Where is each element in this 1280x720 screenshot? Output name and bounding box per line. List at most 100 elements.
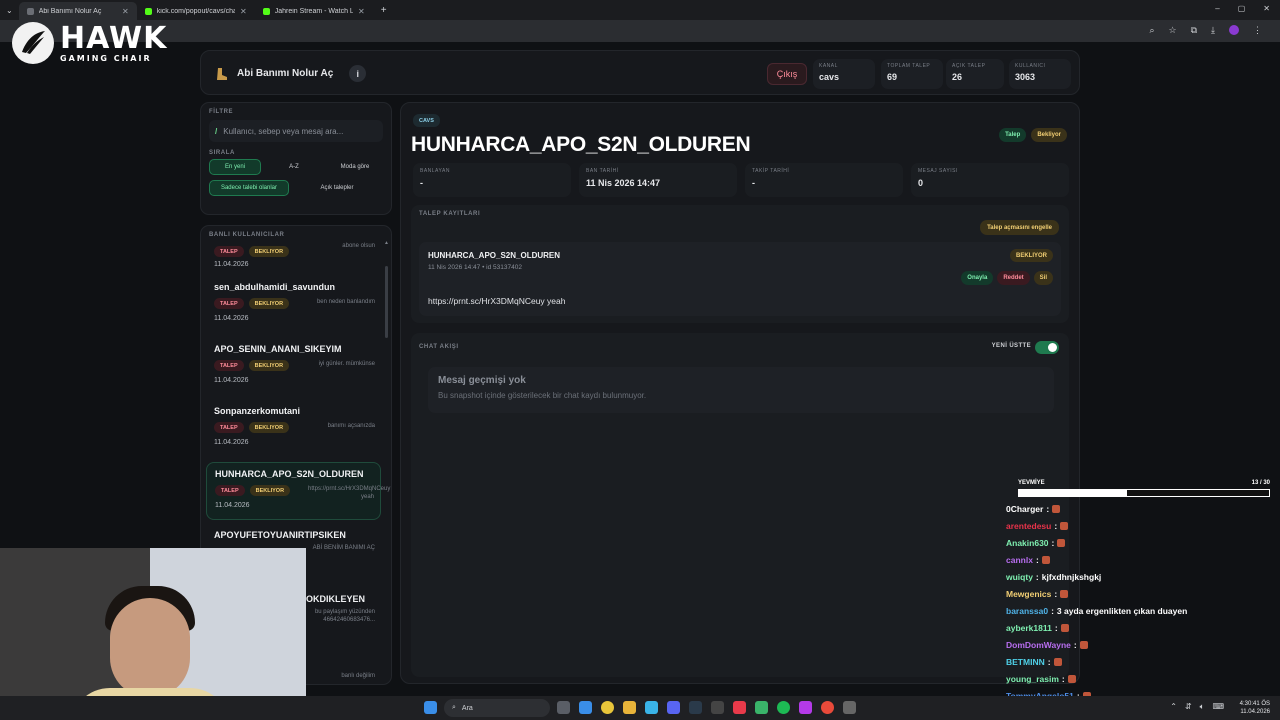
stat-value: 26 [952, 72, 963, 82]
overlay-chat-separator: : [1047, 656, 1051, 667]
app-icon[interactable] [711, 701, 724, 714]
kick-favicon [144, 7, 152, 15]
sort-az-button[interactable]: A-Z [265, 159, 323, 175]
list-item-selected[interactable]: HUNHARCA_APO_S2N_OLDUREN TALEP BEKLIYOR 1… [206, 462, 390, 520]
emote-icon [1060, 521, 1069, 530]
task-view-icon[interactable] [557, 701, 570, 714]
overlay-chat-user: cannlx [1006, 554, 1033, 565]
item-date: 11.04.2026 [214, 439, 249, 446]
item-reason: ABİ BENİM BANIMI AÇ [312, 545, 375, 551]
download-icon[interactable]: ⤓ [1211, 25, 1215, 36]
close-icon[interactable]: ✕ [358, 7, 365, 16]
sort-mode-button[interactable]: Moda göre [327, 159, 383, 175]
menu-icon[interactable]: ⋮ [1253, 25, 1262, 36]
stat-value: 69 [887, 72, 898, 82]
taskbar-search[interactable]: ⌕ Ara [444, 699, 550, 717]
network-icon[interactable]: ⇵ [1185, 702, 1192, 712]
overlay-chat-line: 0Charger: [1006, 500, 1276, 517]
overlay-chat-line: arentedesu: [1006, 517, 1276, 534]
star-icon[interactable]: ☆ [1169, 25, 1177, 36]
request-records: TALEP KAYITLARI Talep açmasını engelle H… [411, 205, 1069, 323]
taskbar-clock[interactable]: 4:30:41 ÖS 11.04.2026 [1240, 700, 1270, 716]
stat-channel: KANAL cavs [813, 59, 875, 89]
list-item[interactable]: Sonpanzerkomutani TALEP BEKLIYOR 11.04.20… [206, 400, 381, 458]
app-icon[interactable] [579, 701, 592, 714]
overlay-chat-line: wuiqty: kjfxdhnjkshgkj [1006, 568, 1276, 585]
app-icon[interactable] [755, 701, 768, 714]
app-icon[interactable] [843, 701, 856, 714]
delete-button[interactable]: Sil [1033, 271, 1053, 285]
sort-label: SIRALA [209, 150, 235, 156]
zoom-icon[interactable]: ⌕ [1149, 25, 1154, 36]
empty-subtitle: Bu snapshot içinde gösterilecek bir chat… [438, 391, 647, 400]
clock-time: 4:30:41 ÖS [1239, 701, 1270, 707]
browser-tab-active[interactable]: Abi Banımı Nolur Aç ✕ [18, 2, 137, 20]
address-bar[interactable]: ⌕ ☆ ⧉ ⤓ ⋮ [0, 20, 1280, 42]
open-requests-toggle[interactable]: Açık talepler [293, 180, 381, 196]
profile-avatar[interactable] [1229, 25, 1239, 35]
overlay-chat-user: Mewgenics [1006, 588, 1052, 599]
reject-button[interactable]: Reddet [997, 271, 1030, 285]
close-icon[interactable]: ✕ [122, 7, 129, 16]
talep-chip: TALEP [214, 298, 244, 309]
system-tray: ⌃ ⇵ 🔈︎ ⌨ [1170, 702, 1224, 712]
approve-button[interactable]: Onayla [961, 271, 994, 285]
chat-stream: CHAT AKIŞI YENİ ÜSTTE Mesaj geçmişi yok … [411, 333, 1069, 677]
browser-tab-jahrein[interactable]: Jahrein Stream - Watch Live on ✕ [255, 2, 373, 20]
folder-icon[interactable] [623, 701, 636, 714]
search-input[interactable]: / Kullanıcı, sebep veya mesaj ara... [209, 120, 383, 142]
overlay-chat-user: young_rasim [1006, 673, 1059, 684]
stream-chat-overlay: 0Charger: arentedesu: Anakin630: cannlx: wui… [1006, 500, 1276, 704]
extensions-icon[interactable]: ⧉ [1191, 25, 1197, 36]
talep-chip: TALEP [215, 485, 245, 496]
meta-message-count: MESAJ SAYISI 0 [911, 163, 1069, 197]
app-icon[interactable] [799, 701, 812, 714]
overlay-chat-line: ayberk1811: [1006, 619, 1276, 636]
status-chip: BEKLIYOR [248, 298, 290, 309]
volume-icon[interactable]: 🔈︎ [1200, 702, 1205, 712]
overlay-chat-separator: : [1035, 571, 1039, 582]
spotify-icon[interactable] [777, 701, 790, 714]
item-reason: ben neden banlandım [316, 299, 375, 305]
keyboard-icon[interactable]: ⌨ [1212, 702, 1224, 712]
scrollbar[interactable] [385, 266, 388, 338]
scroll-up-icon[interactable]: ▲ [384, 240, 389, 246]
browser-tab-kick-chat[interactable]: kick.com/popout/cavs/chat ✕ [137, 2, 255, 20]
new-tab-button[interactable]: + [381, 5, 387, 16]
logo-title: HAWK [60, 20, 168, 56]
overlay-chat-separator: : [1054, 622, 1058, 633]
app-icon[interactable] [733, 701, 746, 714]
overlay-chat-separator: : [1073, 639, 1077, 650]
chevron-up-icon[interactable]: ⌃ [1170, 702, 1177, 712]
emote-icon [1067, 674, 1076, 683]
meta-ban-date: BAN TARİHİ 11 Nis 2026 14:47 [579, 163, 737, 197]
steam-icon[interactable] [689, 701, 702, 714]
overlay-chat-separator: : [1051, 537, 1055, 548]
app-icon[interactable] [821, 701, 834, 714]
item-username: APO_SENIN_ANANI_SIKEYIM [214, 344, 342, 354]
filter-panel: FİLTRE / Kullanıcı, sebep veya mesaj ara… [200, 102, 392, 215]
chrome-icon[interactable] [601, 701, 614, 714]
only-requests-toggle[interactable]: Sadece talebi olanlar [209, 180, 289, 196]
close-window-icon[interactable]: ✕ [1263, 4, 1270, 13]
talep-chip: TALEP [214, 246, 244, 257]
newest-first-toggle[interactable] [1035, 341, 1059, 354]
kick-favicon [262, 7, 270, 15]
tab-menu-icon[interactable]: ⌄ [6, 6, 13, 15]
info-button[interactable]: i [349, 65, 367, 82]
list-item[interactable]: APO_SENIN_ANANI_SIKEYIM TALEP BEKLIYOR 11… [206, 338, 381, 396]
windows-start-icon[interactable] [424, 701, 437, 714]
close-icon[interactable]: ✕ [240, 7, 247, 16]
edge-icon[interactable] [645, 701, 658, 714]
logout-button[interactable]: Çıkış [767, 63, 807, 85]
window-controls: – ▢ ✕ [1215, 4, 1270, 13]
channel-tag: CAVS [413, 114, 440, 127]
maximize-icon[interactable]: ▢ [1238, 4, 1246, 13]
emote-icon [1052, 504, 1061, 513]
block-requests-button[interactable]: Talep açmasını engelle [980, 220, 1059, 235]
sort-newest-button[interactable]: En yeni [209, 159, 261, 175]
list-item[interactable]: sen_abdulhamidi_savundun TALEP BEKLIYOR 1… [206, 276, 381, 334]
status-chip: BEKLIYOR [248, 422, 290, 433]
minimize-icon[interactable]: – [1215, 4, 1219, 13]
discord-icon[interactable] [667, 701, 680, 714]
